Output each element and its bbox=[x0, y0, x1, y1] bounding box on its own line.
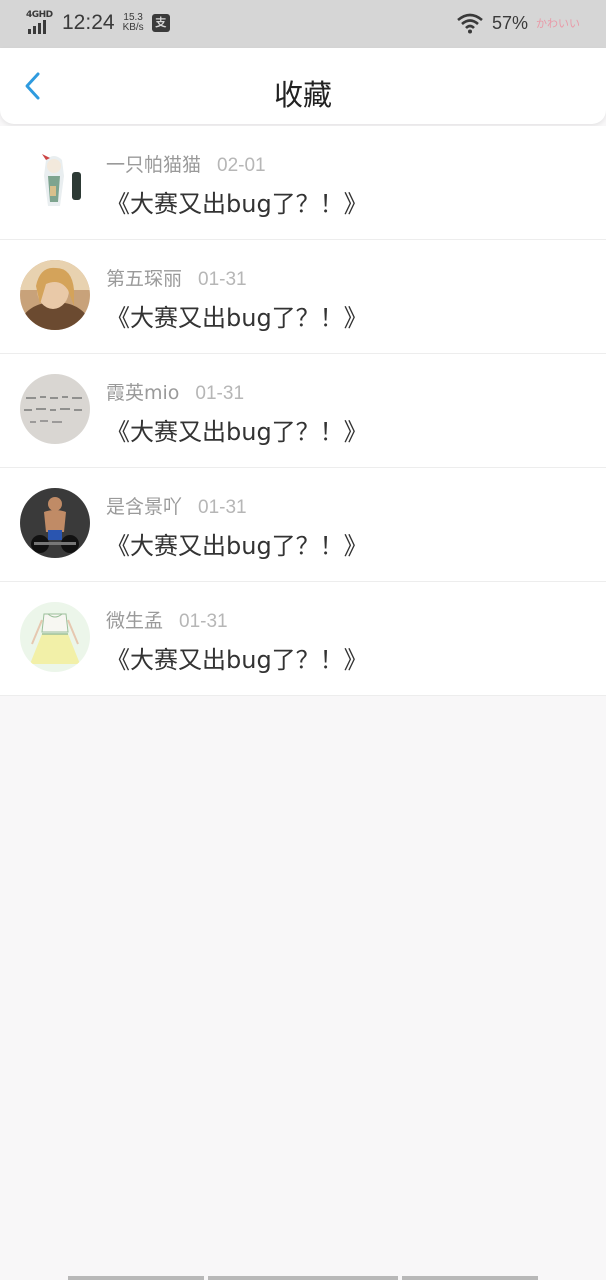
wifi-icon bbox=[457, 13, 483, 34]
post-date: 01-31 bbox=[198, 269, 247, 290]
network-type: 4GHD bbox=[26, 10, 53, 20]
favorites-list: 一只帕猫猫 02-01 《大赛又出bug了？！》 第五琛丽 01-31 《大赛又… bbox=[0, 126, 606, 696]
list-item[interactable]: 微生孟 01-31 《大赛又出bug了？！》 bbox=[0, 582, 606, 696]
status-tag: かわいい bbox=[536, 17, 580, 30]
list-item[interactable]: 第五琛丽 01-31 《大赛又出bug了？！》 bbox=[0, 240, 606, 354]
author-name: 一只帕猫猫 bbox=[106, 154, 202, 176]
author-name: 第五琛丽 bbox=[106, 268, 183, 290]
battery-level: 57% bbox=[491, 12, 528, 33]
post-title: 《大赛又出bug了？！》 bbox=[106, 190, 368, 218]
post-title: 《大赛又出bug了？！》 bbox=[106, 532, 368, 560]
author-name: 是含景吖 bbox=[106, 496, 183, 518]
post-title: 《大赛又出bug了？！》 bbox=[106, 646, 368, 674]
network-speed: 15.3 KB/s bbox=[122, 12, 144, 33]
signal-icon: 4GHD bbox=[26, 10, 56, 36]
avatar[interactable] bbox=[20, 488, 90, 558]
status-bar: 4GHD 12:24 15.3 KB/s 支 57% かわいい bbox=[0, 0, 606, 48]
bottom-indicator bbox=[68, 1276, 538, 1280]
list-item[interactable]: 霞英mio 01-31 《大赛又出bug了？！》 bbox=[0, 354, 606, 468]
author-name: 微生孟 bbox=[106, 610, 164, 632]
avatar[interactable] bbox=[20, 260, 90, 330]
post-date: 01-31 bbox=[198, 497, 247, 518]
list-item[interactable]: 是含景吖 01-31 《大赛又出bug了？！》 bbox=[0, 468, 606, 582]
post-date: 02-01 bbox=[217, 155, 266, 176]
post-title: 《大赛又出bug了？！》 bbox=[106, 304, 368, 332]
avatar[interactable] bbox=[20, 146, 90, 216]
author-name: 霞英mio bbox=[106, 382, 180, 404]
nav-bar: 收藏 bbox=[0, 48, 606, 124]
alipay-notification-icon: 支 bbox=[151, 14, 170, 32]
page-title: 收藏 bbox=[273, 78, 332, 112]
post-date: 01-31 bbox=[195, 383, 245, 404]
list-item[interactable]: 一只帕猫猫 02-01 《大赛又出bug了？！》 bbox=[0, 126, 606, 240]
avatar[interactable] bbox=[20, 602, 90, 672]
avatar[interactable] bbox=[20, 374, 90, 444]
post-title: 《大赛又出bug了？！》 bbox=[106, 418, 368, 446]
clock: 12:24 bbox=[62, 11, 115, 34]
post-date: 01-31 bbox=[179, 611, 228, 632]
